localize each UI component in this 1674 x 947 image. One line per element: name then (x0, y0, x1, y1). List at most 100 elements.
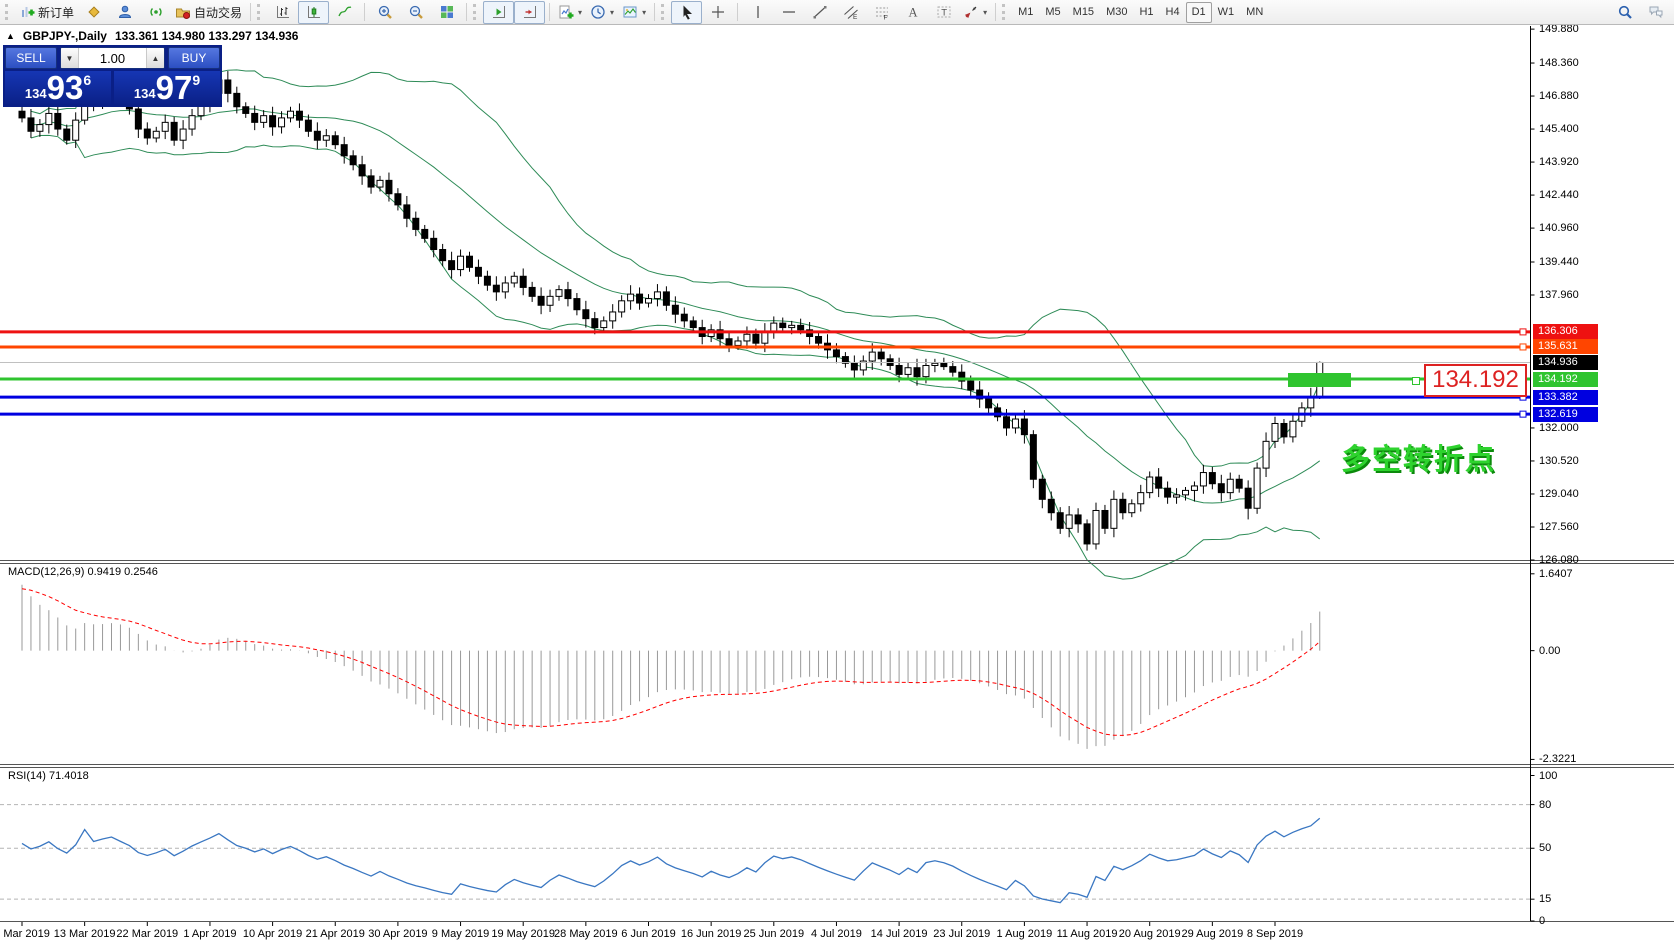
zoom-in-button[interactable] (369, 1, 400, 24)
crosshair-button[interactable] (702, 1, 733, 24)
timeframe-mn-button[interactable]: MN (1240, 2, 1269, 23)
channel-button[interactable]: E (835, 1, 866, 24)
toolbar-grip[interactable] (473, 4, 479, 20)
navigator-button[interactable] (109, 1, 140, 24)
macd-signal-line (21, 588, 1321, 736)
new-order-icon (22, 7, 35, 17)
timeframe-m15-button[interactable]: M15 (1067, 2, 1100, 23)
buy-price-display[interactable]: 134 97 9 (114, 71, 220, 104)
line-chart-button[interactable] (329, 1, 360, 24)
rsi-tick-label: 80 (1539, 798, 1552, 811)
timeframe-w1-button[interactable]: W1 (1212, 2, 1241, 23)
text-label-button[interactable]: T (928, 1, 959, 24)
auto-scroll-button[interactable] (483, 0, 515, 24)
text-label-icon: T (937, 6, 951, 19)
horizontal-line-button[interactable] (773, 1, 804, 24)
fibonacci-button[interactable]: F (866, 1, 897, 24)
cursor-icon (683, 5, 692, 20)
price-tick-label: 129.040 (1539, 487, 1579, 500)
buy-price-sup: 9 (192, 72, 201, 88)
toolbar-separator (995, 3, 997, 21)
candle (582, 300, 590, 328)
bollinger-upper-band[interactable] (30, 69, 1321, 468)
timeframe-m30-button[interactable]: M30 (1100, 2, 1133, 23)
sell-price-display[interactable]: 134 93 6 (5, 71, 111, 104)
volume-increase-button[interactable]: ▲ (146, 48, 164, 68)
text-button[interactable]: A (897, 1, 928, 24)
candle (671, 296, 679, 324)
current-price-tag: 134.936 (1533, 354, 1598, 370)
tile-windows-button[interactable] (431, 1, 462, 24)
collapse-panel-icon[interactable]: ▲ (6, 31, 15, 41)
bar-chart-button[interactable] (267, 1, 298, 24)
candle (304, 114, 312, 137)
price-tick-label: 126.080 (1539, 554, 1579, 566)
date-tick-label: 14 Jul 2019 (870, 928, 928, 940)
price-tick-label: 132.000 (1539, 421, 1579, 434)
toolbar-grip[interactable] (257, 4, 263, 20)
candle (18, 106, 26, 123)
new-order-button-label: 新订单 (38, 5, 75, 20)
chart-shift-button[interactable] (514, 0, 546, 24)
candle (179, 120, 187, 150)
candle (1208, 466, 1216, 490)
arrows-icon (964, 6, 977, 19)
price-tick-label: 137.960 (1539, 289, 1579, 301)
buy-button[interactable]: BUY (168, 47, 220, 69)
volume-input[interactable]: 1.00 (79, 48, 146, 68)
candle (152, 126, 160, 143)
sell-button[interactable]: SELL (5, 47, 57, 69)
dropdown-arrow-icon[interactable]: ▾ (578, 8, 582, 17)
zoom-out-button[interactable] (400, 1, 431, 24)
periods-button[interactable]: ▾ (586, 1, 618, 24)
candlestick-button[interactable] (298, 0, 330, 24)
mt4-window: 新订单 自动交易 ▾ ▾ ▾ E F A T ▾ M1 M5 M15 M30 H1 H4 D1 W1 MN ▲ GB… (0, 0, 1674, 947)
new-order-button[interactable]: 新订单 (15, 1, 78, 24)
chat-icon (1649, 6, 1662, 19)
price-callout-box[interactable]: 134.192 (1424, 364, 1527, 397)
candle (904, 362, 912, 380)
signals-button[interactable] (140, 1, 171, 24)
search-button[interactable] (1609, 1, 1640, 24)
date-tick-label: 1 Apr 2019 (183, 928, 237, 940)
timeframe-m5-button[interactable]: M5 (1039, 2, 1066, 23)
toolbar-grip[interactable] (1002, 4, 1008, 20)
trendline-button[interactable] (804, 1, 835, 24)
level-price-tag: 134.192 (1533, 371, 1598, 387)
timeframe-m1-button[interactable]: M1 (1012, 2, 1039, 23)
date-tick-label: 30 Apr 2019 (368, 928, 428, 940)
price-tick-label: 139.440 (1539, 255, 1579, 268)
templates-button[interactable]: ▾ (618, 1, 650, 24)
cursor-button[interactable] (671, 0, 703, 24)
candle (1173, 488, 1181, 504)
candle (349, 150, 357, 171)
autotrading-button[interactable]: 自动交易 (171, 1, 246, 24)
indicators-button[interactable]: ▾ (554, 1, 586, 24)
toolbar-separator (654, 3, 656, 21)
macd-tick-label: 0.00 (1539, 644, 1561, 657)
candle (242, 102, 250, 118)
text-icon: A (908, 6, 917, 20)
toolbar-grip[interactable] (661, 4, 667, 20)
turning-point-annotation[interactable]: 多空转折点 (1341, 436, 1496, 478)
dropdown-arrow-icon[interactable]: ▾ (610, 8, 614, 17)
candle (466, 251, 473, 272)
timeframe-d1-button[interactable]: D1 (1185, 1, 1212, 23)
chat-button[interactable] (1640, 1, 1671, 24)
market-watch-button[interactable] (78, 1, 109, 24)
toolbar-grip[interactable] (5, 4, 11, 20)
vertical-line-button[interactable] (742, 1, 773, 24)
arrows-button[interactable]: ▾ (959, 1, 991, 24)
toolbar-separator (364, 3, 366, 21)
candle (510, 271, 518, 288)
date-tick-label: 20 Aug 2019 (1118, 928, 1181, 940)
candle (528, 281, 536, 302)
volume-decrease-button[interactable]: ▼ (61, 48, 79, 68)
hline-drag-handle[interactable] (1412, 377, 1420, 385)
timeframe-h1-button[interactable]: H1 (1133, 2, 1159, 23)
candle (618, 295, 626, 318)
timeframe-h4-button[interactable]: H4 (1160, 2, 1186, 23)
search-icon (1618, 5, 1632, 19)
dropdown-arrow-icon[interactable]: ▾ (642, 8, 646, 17)
dropdown-arrow-icon[interactable]: ▾ (983, 8, 987, 17)
